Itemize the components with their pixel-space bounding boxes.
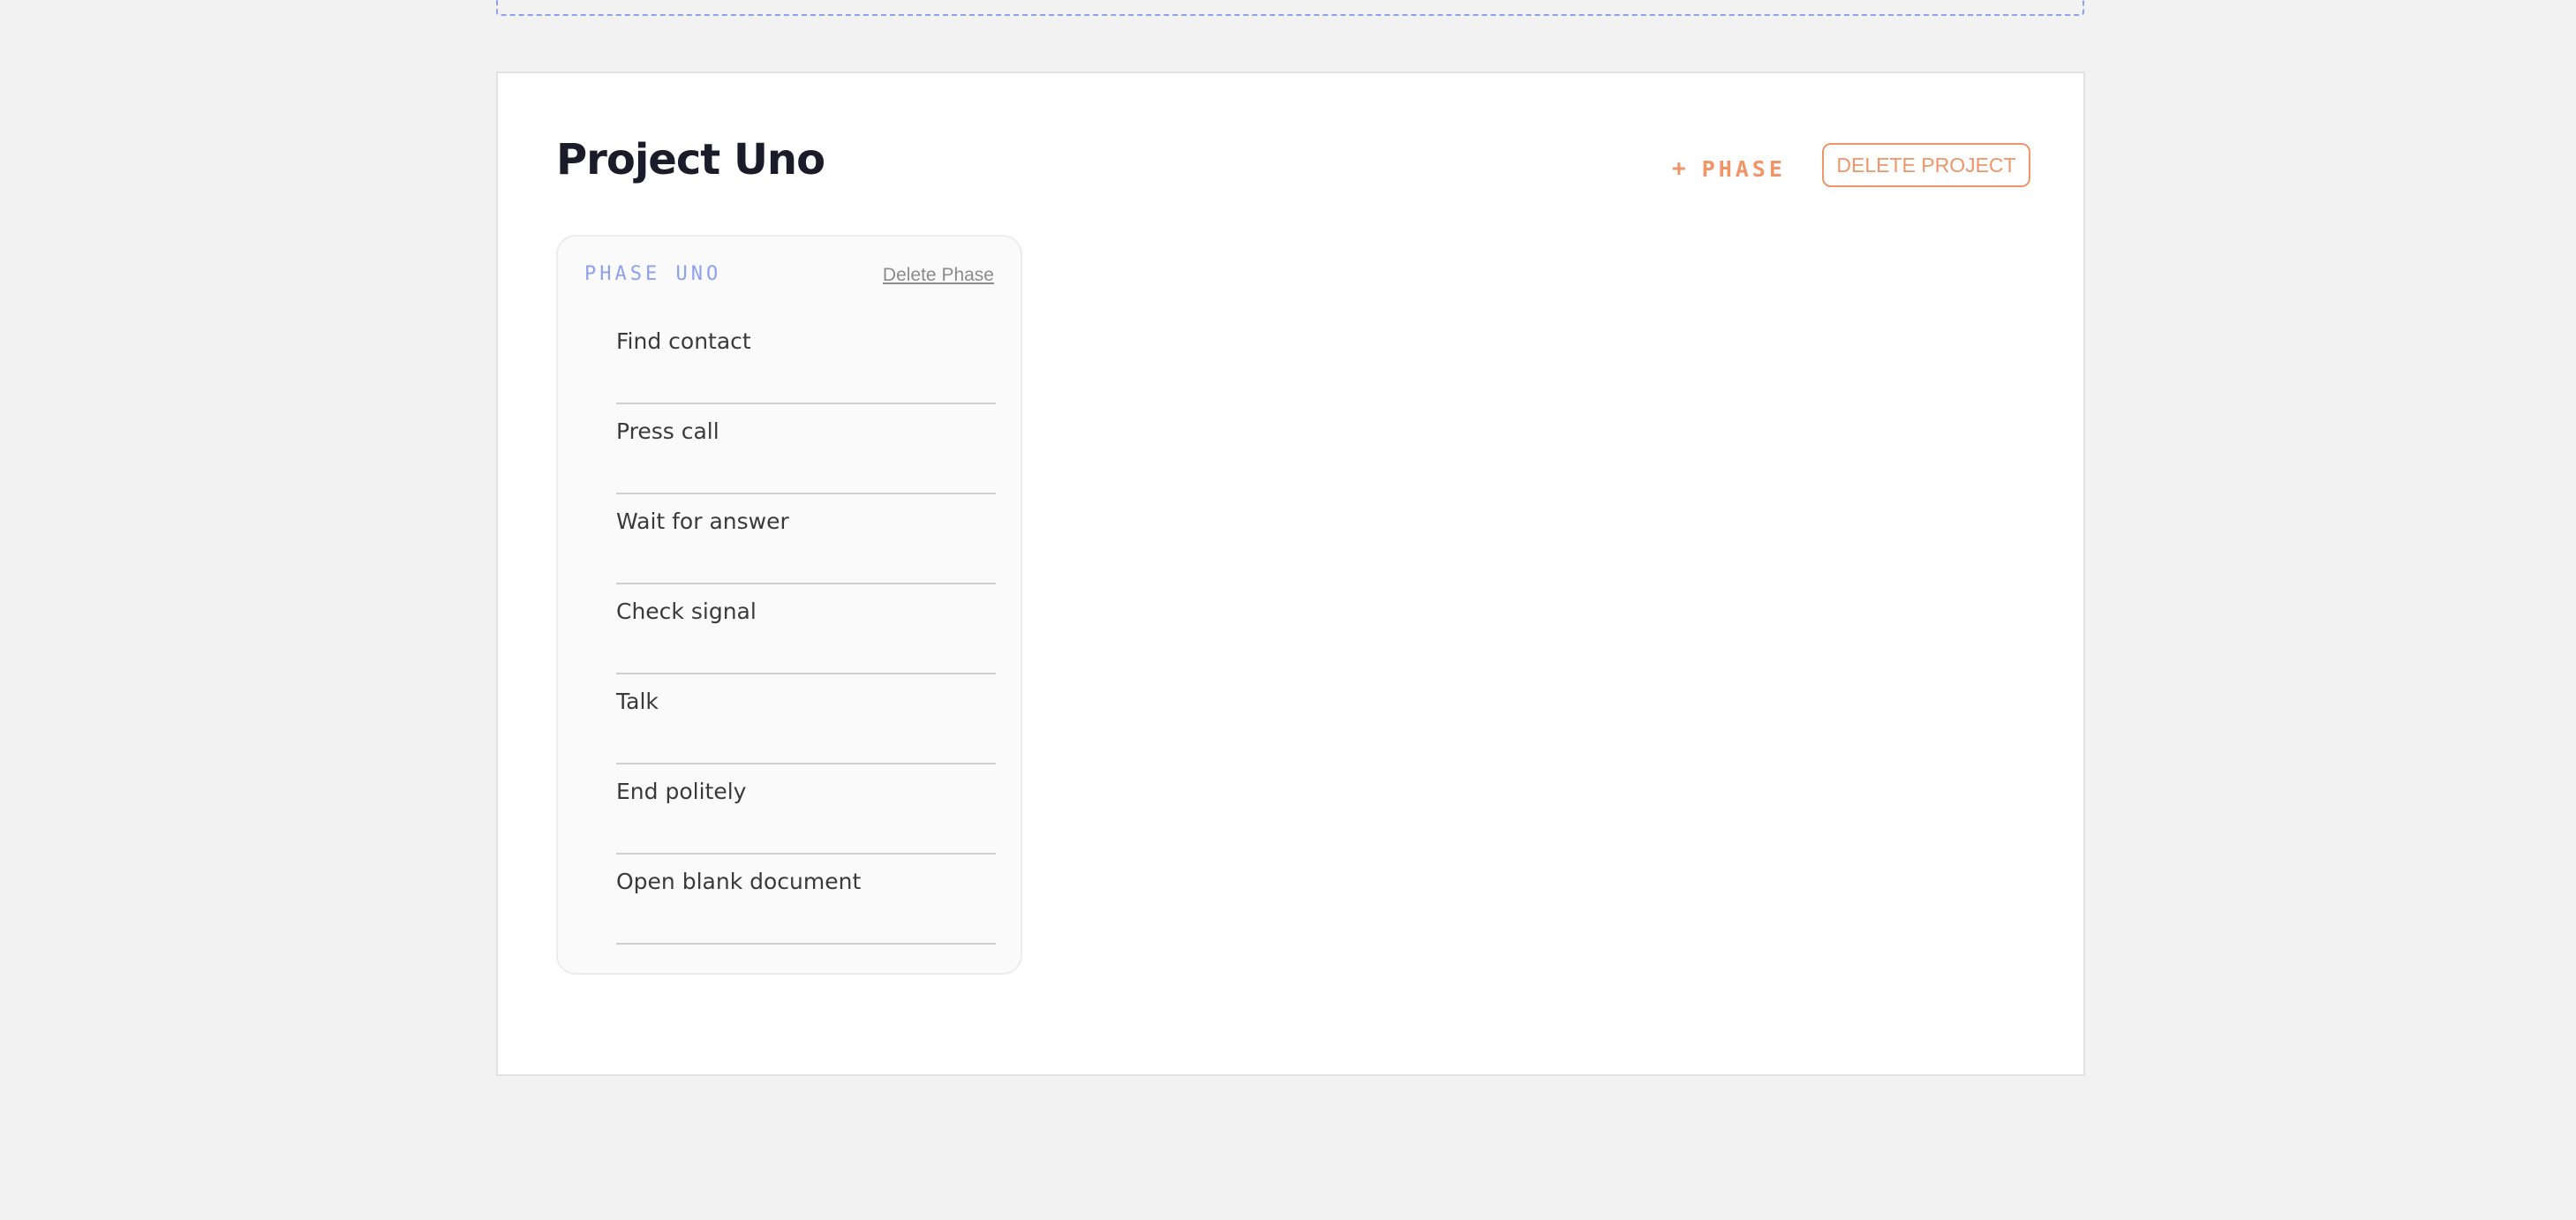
- phase-title[interactable]: PHASE UNO: [584, 263, 721, 285]
- delete-project-button[interactable]: DELETE PROJECT: [1822, 143, 2030, 187]
- task-list: Find contact Press call Wait for answer …: [616, 314, 996, 945]
- delete-phase-link[interactable]: Delete Phase: [883, 265, 994, 286]
- add-phase-label: PHASE: [1701, 155, 1786, 182]
- task-label: Find contact: [616, 328, 751, 354]
- task-item[interactable]: Talk: [616, 674, 996, 764]
- task-label: Talk: [616, 689, 659, 714]
- task-label: Wait for answer: [616, 508, 789, 534]
- drop-zone: [496, 0, 2084, 16]
- project-title: Project Uno: [556, 135, 825, 185]
- add-phase-button[interactable]: + PHASE: [1672, 149, 1786, 188]
- plus-icon: +: [1672, 155, 1686, 182]
- task-label: Check signal: [616, 599, 757, 624]
- task-item[interactable]: Wait for answer: [616, 494, 996, 584]
- task-label: Open blank document: [616, 869, 862, 894]
- task-label: End politely: [616, 779, 747, 804]
- project-card: Project Uno + PHASE DELETE PROJECT PHASE…: [496, 72, 2085, 1076]
- task-item[interactable]: Check signal: [616, 584, 996, 674]
- phase-card: PHASE UNO Delete Phase Find contact Pres…: [556, 235, 1022, 975]
- task-label: Press call: [616, 418, 719, 444]
- task-item[interactable]: Press call: [616, 404, 996, 494]
- task-item[interactable]: Find contact: [616, 314, 996, 404]
- task-item[interactable]: End politely: [616, 764, 996, 855]
- task-item[interactable]: Open blank document: [616, 855, 996, 945]
